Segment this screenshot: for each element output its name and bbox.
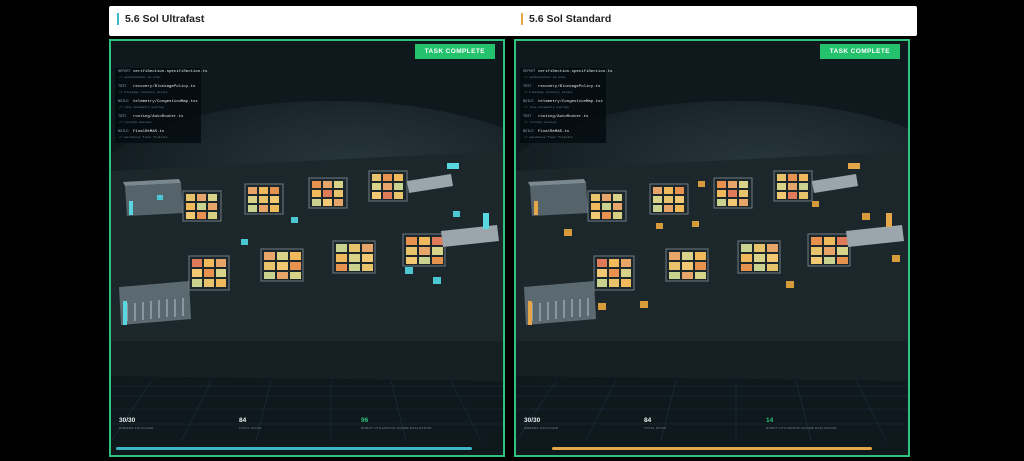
- stat-value: 84: [644, 417, 652, 424]
- log-file: routing/AutoRouter.ts: [538, 115, 589, 119]
- log-entry: TEST recovery/BlockagePolicy.ts // block…: [115, 83, 201, 98]
- log-entry: BUILD FinalReMAS.ts // warehouse floor f…: [115, 128, 201, 143]
- log-entry: REPORT verifiSection.specifiSection.ts /…: [115, 68, 207, 83]
- stat-label: ORDERS FULFILLED: [119, 426, 154, 430]
- log-tag: BUILD: [118, 130, 129, 134]
- log-entry: TEST recovery/BlockagePolicy.ts // block…: [520, 83, 606, 98]
- progress-bar: [116, 447, 472, 450]
- log-file: FinalReMAS.ts: [538, 130, 570, 134]
- stat-value: 84: [239, 417, 247, 424]
- stat-score: 14 ROBOT UTILIZATION SCORE EVALUATION: [766, 417, 837, 430]
- log-file: routing/AutoRouter.ts: [133, 115, 184, 119]
- log-entry: TEST routing/AutoRouter.ts // reroute mi…: [520, 113, 606, 128]
- stat-value: 30/30: [524, 417, 541, 424]
- log-note: // warehouse floor finalize: [119, 136, 168, 139]
- left-model-title: 5.6 Sol Ultrafast: [117, 12, 204, 26]
- dock-left-bottom: [119, 281, 191, 325]
- stat-orders: 30/30 ORDERS FULFILLED: [119, 417, 153, 430]
- standard-panel: TASK COMPLETE REPORT verifiSection.speci…: [514, 39, 910, 457]
- log-tag: REPORT: [118, 70, 131, 74]
- log-file: verifiSection.specifiSection.ts: [133, 70, 208, 74]
- stat-label: ROBOT UTILIZATION SCORE EVALUATION: [361, 426, 432, 430]
- log-entry: REPORT verifiSection.specifiSection.ts /…: [520, 68, 612, 83]
- log-note: // optimization as plan: [119, 76, 161, 79]
- stat-label: ORDERS FULFILLED: [524, 426, 559, 430]
- log-tag: TEST: [118, 115, 127, 119]
- dock-left-top: [528, 179, 588, 216]
- log-tag: BUILD: [118, 100, 129, 104]
- stat-label: TOTAL PICKS: [644, 426, 667, 430]
- stat-label: TOTAL PICKS: [239, 426, 262, 430]
- log-entry: BUILD FinalReMAS.ts // warehouse floor f…: [520, 128, 606, 143]
- log-note: // live telemetry overlay: [119, 106, 165, 109]
- stat-value: 30/30: [119, 417, 136, 424]
- ultrafast-panel: TASK COMPLETE REPORT verifiSection.speci…: [109, 39, 505, 457]
- stat-picks: 84 TOTAL PICKS: [644, 417, 666, 430]
- log-entry: BUILD telemetry/CongestionMap.tsx // liv…: [115, 98, 201, 113]
- task-complete-badge: TASK COMPLETE: [414, 44, 495, 59]
- log-tag: BUILD: [523, 130, 534, 134]
- comparison-header: 5.6 Sol Ultrafast 5.6 Sol Standard: [109, 6, 917, 36]
- log-note: // live telemetry overlay: [524, 106, 570, 109]
- log-file: recovery/BlockagePolicy.ts: [133, 85, 196, 89]
- log-note: // optimization as plan: [524, 76, 566, 79]
- log-note: // reroute mission: [119, 121, 152, 124]
- log-file: verifiSection.specifiSection.ts: [538, 70, 613, 74]
- stat-orders: 30/30 ORDERS FULFILLED: [524, 417, 558, 430]
- activity-log: REPORT verifiSection.specifiSection.ts /…: [115, 68, 207, 143]
- stats-bar: 30/30 ORDERS FULFILLED 84 TOTAL PICKS 96…: [115, 417, 499, 435]
- stat-score: 96 ROBOT UTILIZATION SCORE EVALUATION: [361, 417, 432, 430]
- log-note: // blockage recovery policy: [119, 91, 168, 94]
- task-complete-badge: TASK COMPLETE: [819, 44, 900, 59]
- log-file: recovery/BlockagePolicy.ts: [538, 85, 601, 89]
- progress-bar: [552, 447, 872, 450]
- stat-value: 96: [361, 417, 369, 424]
- log-tag: TEST: [523, 85, 532, 89]
- right-model-title: 5.6 Sol Standard: [521, 12, 611, 26]
- dock-left-bottom: [524, 281, 596, 325]
- stat-picks: 84 TOTAL PICKS: [239, 417, 261, 430]
- log-file: telemetry/CongestionMap.tsx: [538, 100, 603, 104]
- stat-label: ROBOT UTILIZATION SCORE EVALUATION: [766, 426, 837, 430]
- log-note: // blockage recovery policy: [524, 91, 573, 94]
- stats-bar: 30/30 ORDERS FULFILLED 84 TOTAL PICKS 14…: [520, 417, 904, 435]
- activity-log: REPORT verifiSection.specifiSection.ts /…: [520, 68, 612, 143]
- log-entry: TEST routing/AutoRouter.ts // reroute mi…: [115, 113, 201, 128]
- log-tag: TEST: [118, 85, 127, 89]
- log-file: telemetry/CongestionMap.tsx: [133, 100, 198, 104]
- log-note: // reroute mission: [524, 121, 557, 124]
- stat-value: 14: [766, 417, 774, 424]
- log-tag: REPORT: [523, 70, 536, 74]
- log-tag: BUILD: [523, 100, 534, 104]
- log-note: // warehouse floor finalize: [524, 136, 573, 139]
- log-entry: BUILD telemetry/CongestionMap.tsx // liv…: [520, 98, 606, 113]
- log-file: FinalReMAS.ts: [133, 130, 165, 134]
- dock-left-top: [123, 179, 183, 216]
- log-tag: TEST: [523, 115, 532, 119]
